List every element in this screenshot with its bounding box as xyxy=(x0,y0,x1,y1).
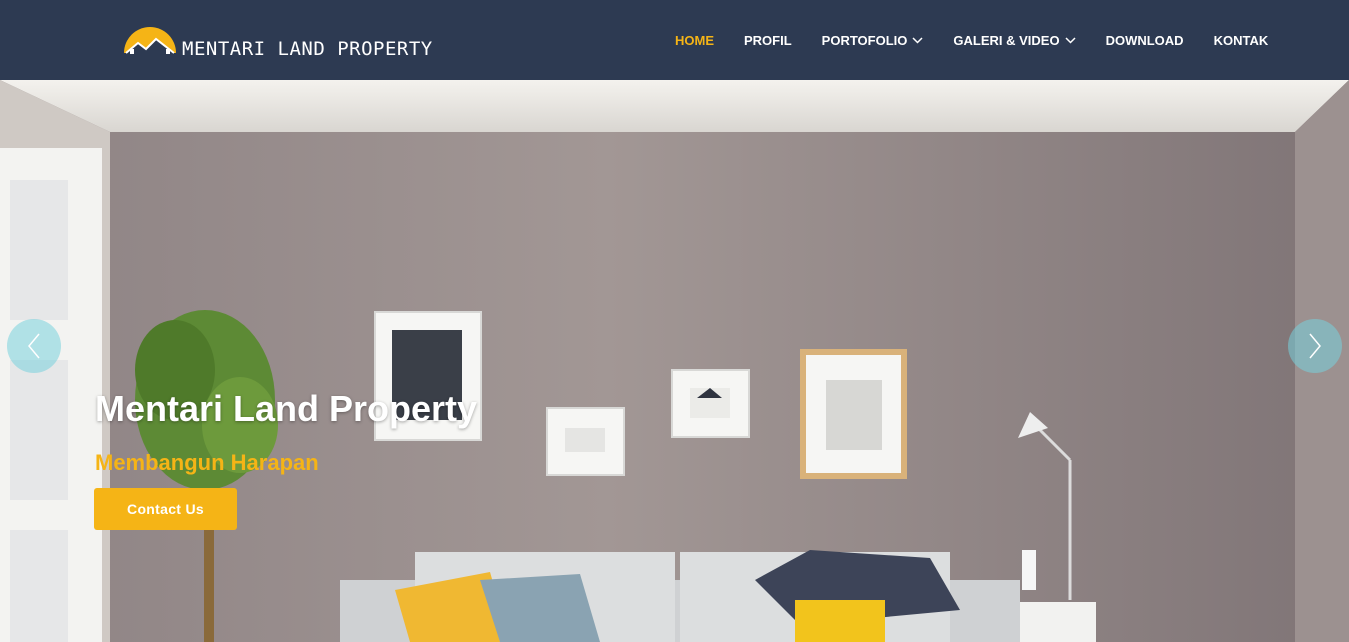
chevron-down-icon xyxy=(912,36,923,44)
nav-portofolio[interactable]: PORTOFOLIO xyxy=(822,33,924,48)
contact-us-button[interactable]: Contact Us xyxy=(94,488,237,530)
nav-kontak[interactable]: KONTAK xyxy=(1214,33,1269,48)
nav-download[interactable]: DOWNLOAD xyxy=(1106,33,1184,48)
nav-home[interactable]: HOME xyxy=(675,33,714,48)
site-logo[interactable]: MENTARI LAND PROPERTY xyxy=(122,19,442,61)
nav-galeri-video-label: GALERI & VIDEO xyxy=(953,32,1060,48)
chevron-right-icon xyxy=(1309,333,1321,359)
nav-download-label: DOWNLOAD xyxy=(1105,32,1184,48)
brand-name: MENTARI LAND PROPERTY xyxy=(182,38,433,60)
slider-prev-button[interactable] xyxy=(7,319,61,373)
hero-subtitle: Membangun Harapan xyxy=(95,450,319,475)
living-room-background-image xyxy=(0,80,1349,642)
chevron-left-icon xyxy=(28,333,40,359)
nav-galeri-video[interactable]: GALERI & VIDEO xyxy=(953,32,1076,48)
nav-profil-label: PROFIL xyxy=(744,32,792,48)
nav-kontak-label: KONTAK xyxy=(1213,32,1269,48)
chevron-down-icon xyxy=(1065,36,1076,44)
main-nav: HOME PROFIL PORTOFOLIO GALERI & VIDEO DO… xyxy=(660,0,1283,80)
nav-home-label: HOME xyxy=(675,32,714,48)
slider-next-button[interactable] xyxy=(1288,319,1342,373)
hero-caption: Mentari Land Property Membangun Harapan xyxy=(95,388,477,476)
nav-portofolio-label: PORTOFOLIO xyxy=(821,32,908,48)
nav-profil[interactable]: PROFIL xyxy=(744,33,792,48)
sun-over-roofs-logo-icon xyxy=(124,27,176,54)
hero-title: Mentari Land Property xyxy=(95,388,478,429)
hero-slider: Mentari Land Property Membangun Harapan … xyxy=(0,80,1349,642)
site-header: MENTARI LAND PROPERTY HOME PROFIL PORTOF… xyxy=(0,0,1349,80)
